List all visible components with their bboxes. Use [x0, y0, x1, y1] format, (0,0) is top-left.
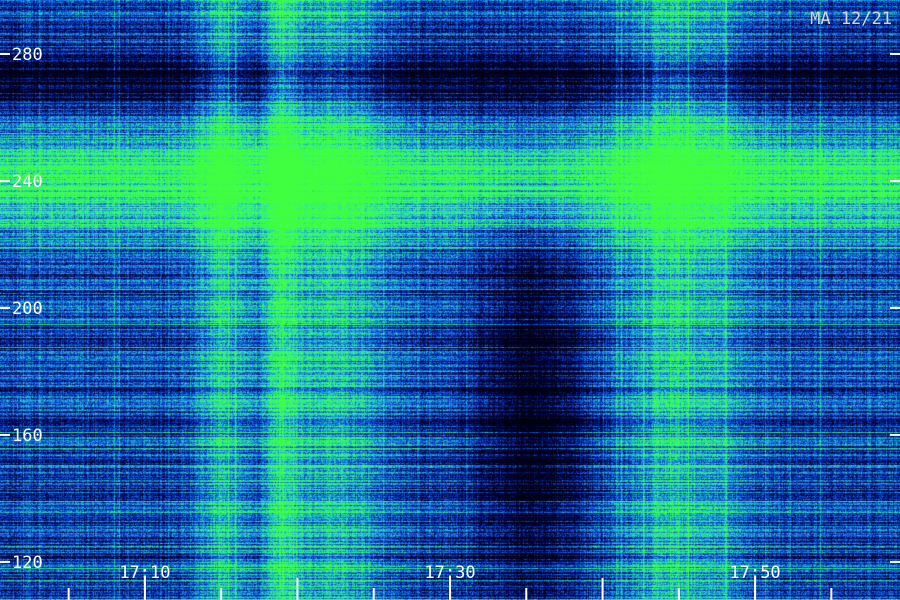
- x-axis: 17:10 17:30 17:50: [67, 563, 833, 600]
- axes-overlay: 120 160 200 240 280 17:10 17:30 17:50 MA 12/21: [0, 9, 900, 600]
- spectrogram-figure: 120 160 200 240 280 17:10 17:30 17:50 MA 12/21: [0, 0, 900, 600]
- y-tick-label: 120: [12, 553, 43, 573]
- y-tick-label: 240: [12, 172, 43, 192]
- chart-title: MA 12/21: [810, 9, 892, 29]
- x-tick-label: 17:30: [424, 563, 475, 583]
- y-tick-label: 280: [12, 45, 43, 65]
- y-tick-label: 160: [12, 426, 43, 446]
- y-tick-label: 200: [12, 299, 43, 319]
- x-tick-label: 17:50: [729, 563, 780, 583]
- x-tick-label: 17:10: [119, 563, 170, 583]
- y-axis: 120 160 200 240 280: [0, 45, 900, 573]
